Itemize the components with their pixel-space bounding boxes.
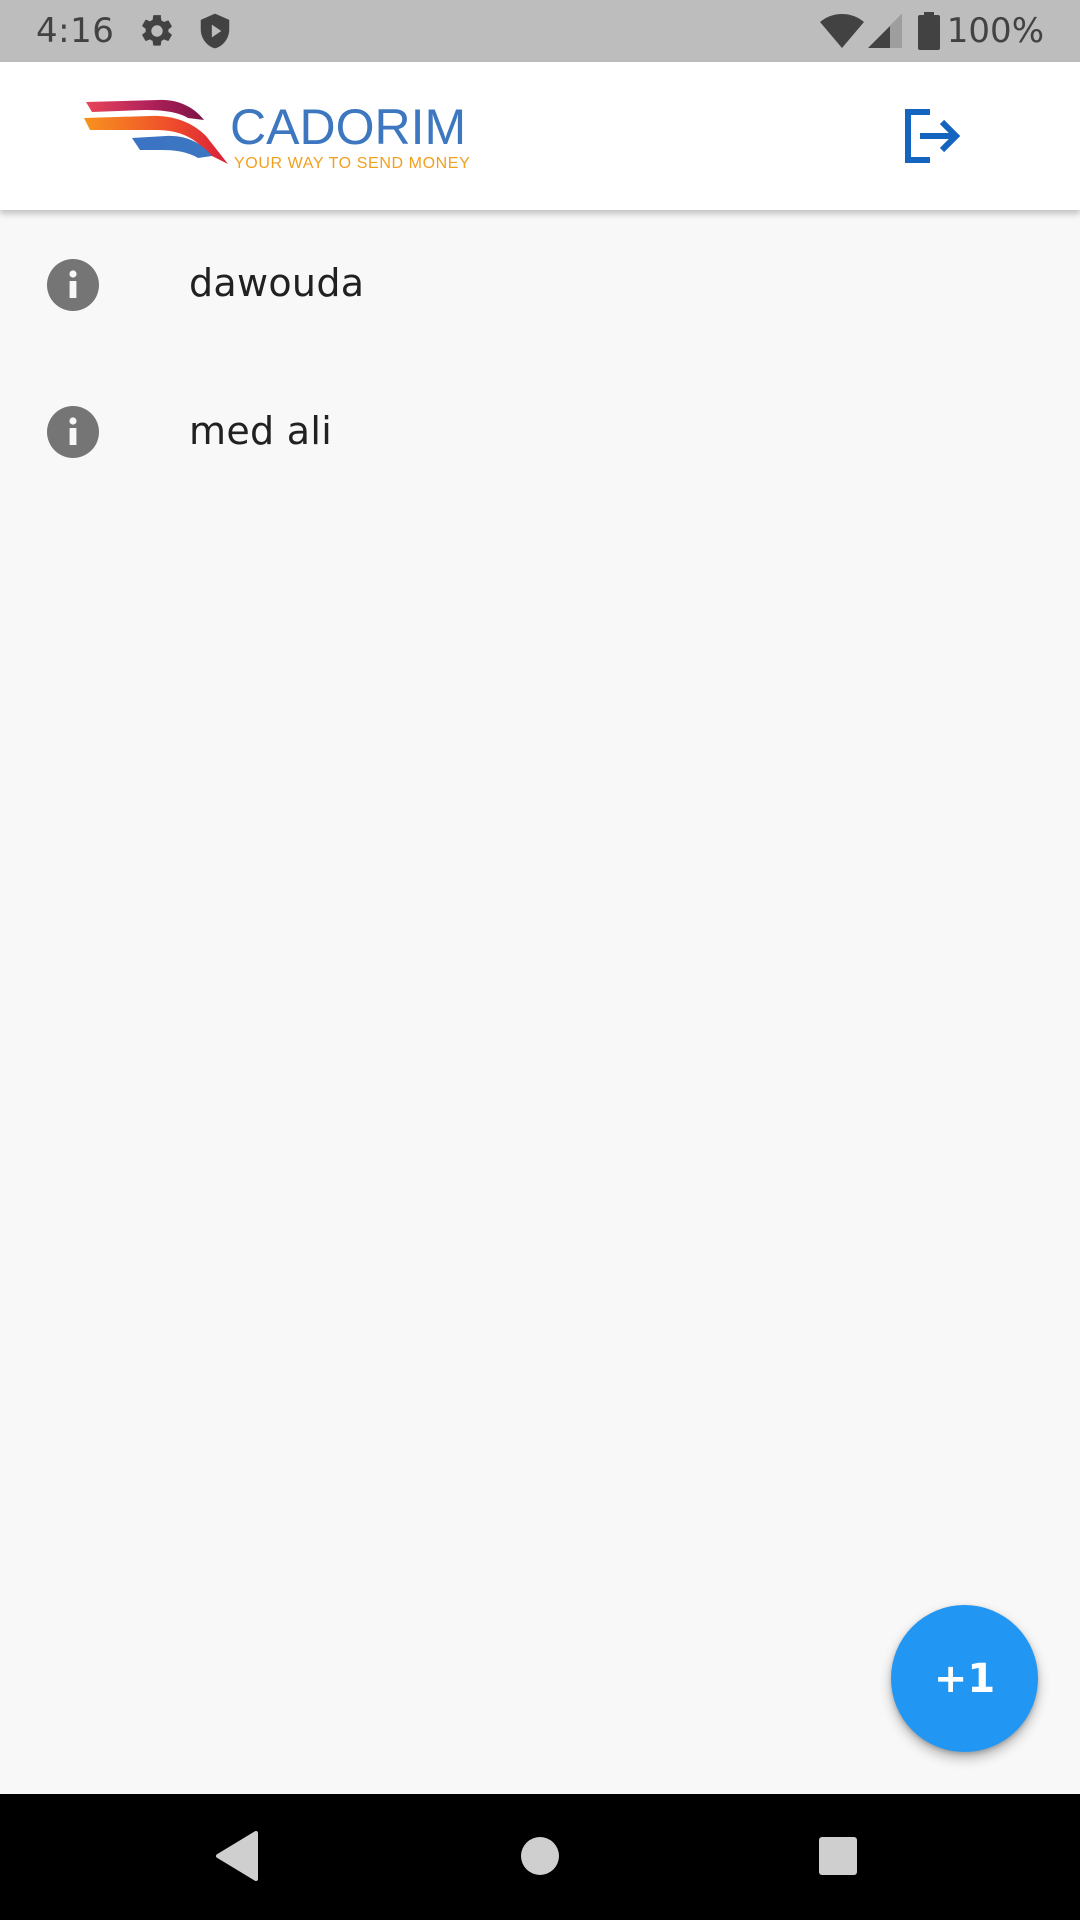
back-button[interactable]	[200, 1820, 276, 1896]
status-bar: 4:16 100%	[0, 0, 1080, 62]
info-icon[interactable]	[47, 259, 99, 311]
shield-icon	[196, 12, 234, 54]
logo-name: CADORIM	[230, 99, 467, 155]
logout-button[interactable]	[896, 102, 968, 174]
logo-mark-icon	[84, 98, 230, 174]
contact-list: dawouda med ali	[0, 210, 1080, 505]
wifi-icon	[820, 14, 864, 52]
logo-tagline: YOUR WAY TO SEND MONEY	[234, 155, 471, 172]
contact-name: med ali	[189, 409, 333, 453]
home-button[interactable]	[502, 1820, 578, 1896]
logout-icon	[902, 108, 962, 168]
info-icon[interactable]	[47, 406, 99, 458]
cadorim-logo: CADORIM YOUR WAY TO SEND MONEY	[84, 98, 484, 178]
back-icon	[214, 1831, 262, 1885]
add-one-fab[interactable]: +1	[891, 1605, 1038, 1752]
settings-icon	[138, 12, 176, 54]
battery-icon	[918, 12, 940, 54]
home-icon	[520, 1836, 560, 1880]
list-item[interactable]: med ali	[0, 358, 1080, 505]
status-time: 4:16	[36, 11, 115, 51]
battery-percentage: 100%	[946, 11, 1044, 51]
recents-button[interactable]	[800, 1820, 876, 1896]
recents-icon	[818, 1836, 858, 1880]
list-item[interactable]: dawouda	[0, 210, 1080, 358]
fab-label: +1	[933, 1655, 996, 1702]
signal-icon	[868, 14, 902, 52]
navigation-bar	[0, 1794, 1080, 1920]
contact-name: dawouda	[189, 261, 365, 305]
app-bar: CADORIM YOUR WAY TO SEND MONEY	[0, 62, 1080, 210]
